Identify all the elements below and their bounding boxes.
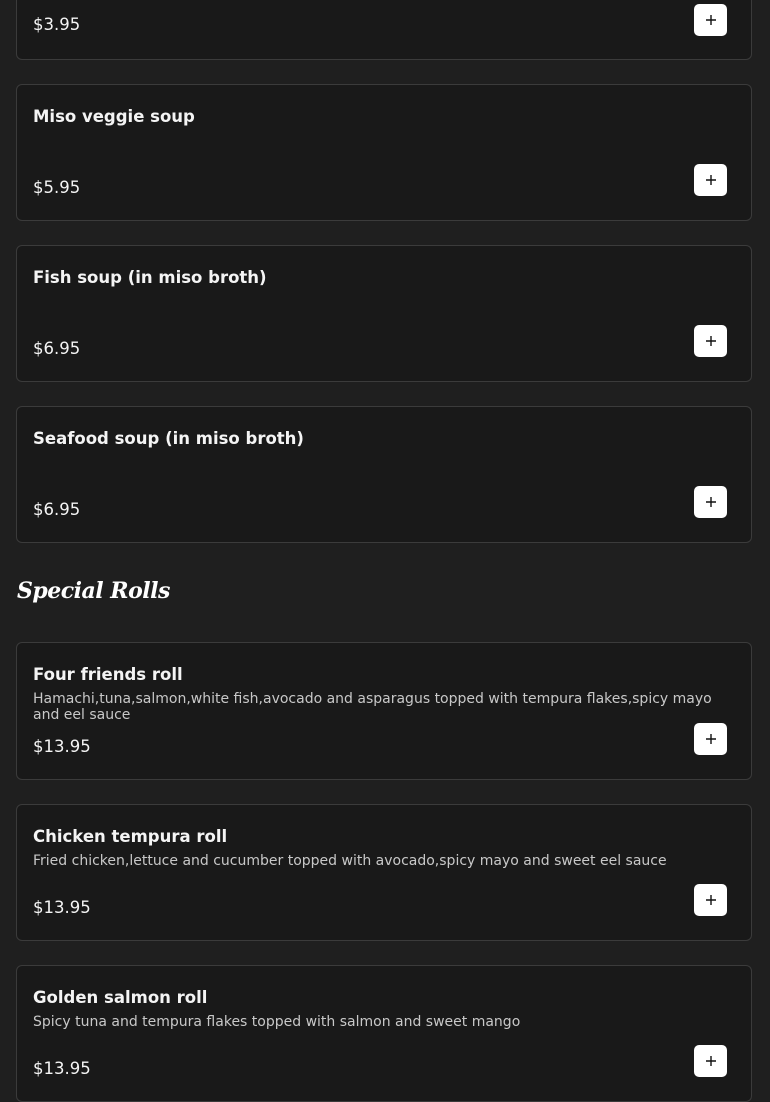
item-name: Chicken tempura roll: [33, 827, 228, 846]
item-name: Miso veggie soup: [33, 107, 195, 126]
item-price: $13.95: [33, 898, 91, 917]
item-price: $5.95: [33, 178, 81, 197]
menu-item-card[interactable]: Four friends roll Hamachi,tuna,salmon,wh…: [16, 642, 752, 780]
add-to-cart-button[interactable]: [694, 884, 727, 916]
item-price: $6.95: [33, 500, 81, 519]
add-to-cart-button[interactable]: [694, 164, 727, 196]
add-to-cart-button[interactable]: [694, 486, 727, 518]
add-to-cart-button[interactable]: [694, 4, 727, 36]
plus-icon: [705, 175, 716, 185]
plus-icon: [705, 734, 716, 744]
menu-item-card[interactable]: $3.95: [16, 0, 752, 60]
add-to-cart-button[interactable]: [694, 1045, 727, 1077]
item-description: Fried chicken,lettuce and cucumber toppe…: [33, 853, 667, 869]
item-name: Golden salmon roll: [33, 988, 208, 1007]
item-name: Four friends roll: [33, 665, 183, 684]
menu-item-card[interactable]: Golden salmon roll Spicy tuna and tempur…: [16, 965, 752, 1102]
menu-item-card[interactable]: Miso veggie soup $5.95: [16, 84, 752, 221]
plus-icon: [705, 15, 716, 25]
plus-icon: [705, 895, 716, 905]
menu-item-card[interactable]: Chicken tempura roll Fried chicken,lettu…: [16, 804, 752, 941]
plus-icon: [705, 1056, 716, 1066]
item-name: Seafood soup (in miso broth): [33, 429, 304, 448]
item-price: $3.95: [33, 15, 81, 34]
section-title: Special Rolls: [17, 578, 170, 604]
menu-item-card[interactable]: Fish soup (in miso broth) $6.95: [16, 245, 752, 382]
add-to-cart-button[interactable]: [694, 723, 727, 755]
plus-icon: [705, 336, 716, 346]
plus-icon: [705, 497, 716, 507]
item-price: $13.95: [33, 1059, 91, 1078]
item-description: Spicy tuna and tempura flakes topped wit…: [33, 1014, 521, 1030]
item-description: Hamachi,tuna,salmon,white fish,avocado a…: [33, 691, 712, 723]
add-to-cart-button[interactable]: [694, 325, 727, 357]
menu-item-card[interactable]: Seafood soup (in miso broth) $6.95: [16, 406, 752, 543]
item-name: Fish soup (in miso broth): [33, 268, 267, 287]
item-price: $6.95: [33, 339, 81, 358]
item-price: $13.95: [33, 737, 91, 756]
